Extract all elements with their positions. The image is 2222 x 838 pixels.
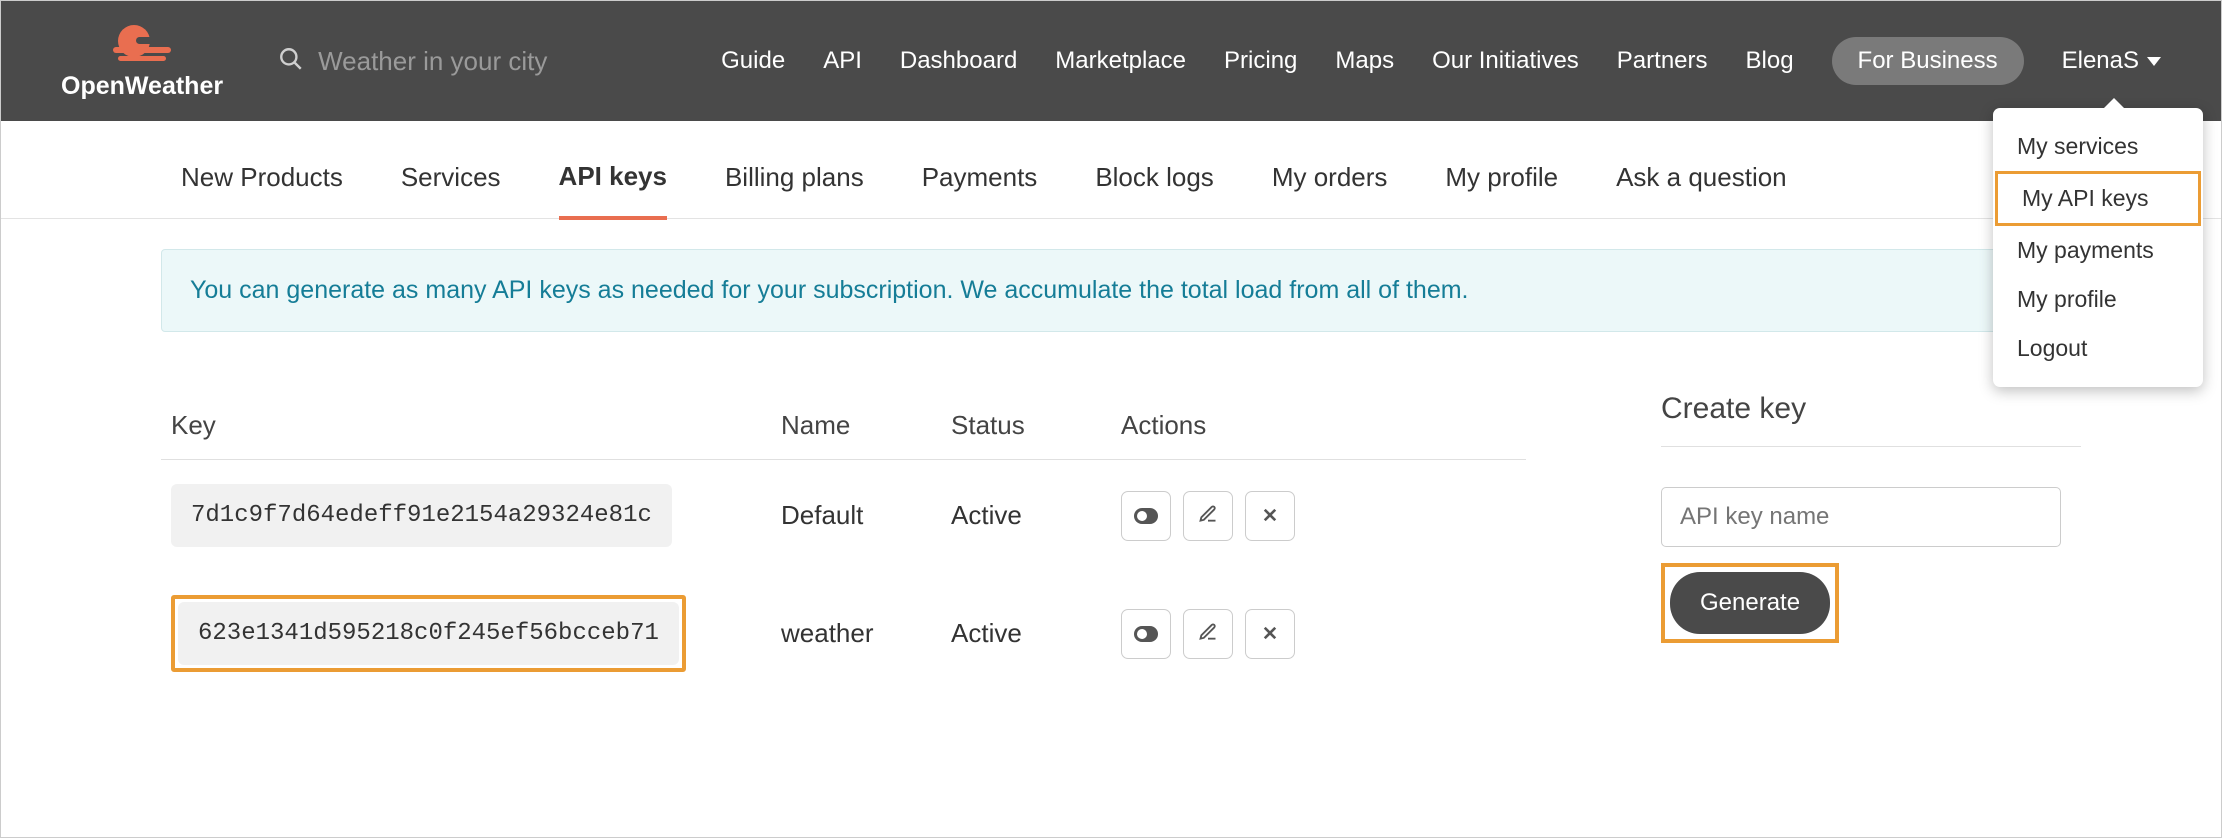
tab-new-products[interactable]: New Products (181, 162, 343, 217)
nav-dashboard[interactable]: Dashboard (900, 47, 1017, 75)
api-key-status: Active (951, 618, 1121, 649)
nav-blog[interactable]: Blog (1746, 47, 1794, 75)
caret-down-icon (2147, 57, 2161, 66)
tab-block-logs[interactable]: Block logs (1095, 162, 1214, 217)
api-key-value: 7d1c9f7d64edeff91e2154a29324e81c (171, 484, 672, 547)
logo[interactable]: OpenWeather (61, 21, 223, 101)
tab-my-profile[interactable]: My profile (1445, 162, 1558, 217)
x-icon (1261, 618, 1279, 649)
dropdown-my-profile[interactable]: My profile (1993, 275, 2203, 324)
dropdown-my-payments[interactable]: My payments (1993, 226, 2203, 275)
highlighted-key-box: 623e1341d595218c0f245ef56bcceb71 (171, 595, 686, 672)
user-dropdown: My services My API keys My payments My p… (1993, 108, 2203, 387)
search-field[interactable]: Weather in your city (278, 46, 547, 77)
toggle-active-button[interactable] (1121, 491, 1171, 541)
nav-pricing[interactable]: Pricing (1224, 47, 1297, 75)
table-row: 7d1c9f7d64edeff91e2154a29324e81c Default… (161, 460, 1526, 571)
row-actions (1121, 491, 1341, 541)
header-key: Key (171, 410, 781, 441)
api-keys-table: Key Name Status Actions 7d1c9f7d64edeff9… (161, 392, 1526, 696)
nav-user-name: ElenaS (2062, 47, 2139, 75)
delete-key-button[interactable] (1245, 609, 1295, 659)
nav-initiatives[interactable]: Our Initiatives (1432, 47, 1579, 75)
primary-nav: Guide API Dashboard Marketplace Pricing … (721, 37, 2161, 85)
nav-partners[interactable]: Partners (1617, 47, 1708, 75)
edit-key-button[interactable] (1183, 491, 1233, 541)
search-placeholder: Weather in your city (318, 46, 547, 77)
toggle-icon (1134, 618, 1158, 649)
api-key-name: Default (781, 500, 951, 531)
nav-for-business[interactable]: For Business (1832, 37, 2024, 85)
generate-highlight-box: Generate (1661, 563, 1839, 643)
nav-marketplace[interactable]: Marketplace (1055, 47, 1186, 75)
api-key-value: 623e1341d595218c0f245ef56bcceb71 (178, 602, 679, 665)
header-actions: Actions (1121, 410, 1341, 441)
nav-user-menu-trigger[interactable]: ElenaS (2062, 47, 2161, 75)
tab-billing[interactable]: Billing plans (725, 162, 864, 217)
pencil-icon (1198, 618, 1218, 649)
dropdown-my-services[interactable]: My services (1993, 122, 2203, 171)
sun-cloud-icon (110, 21, 174, 68)
header-name: Name (781, 410, 951, 441)
account-tabs: New Products Services API keys Billing p… (1, 121, 2221, 219)
toggle-active-button[interactable] (1121, 609, 1171, 659)
pencil-icon (1198, 500, 1218, 531)
dropdown-my-api-keys[interactable]: My API keys (1995, 171, 2201, 226)
tab-api-keys[interactable]: API keys (559, 161, 667, 220)
x-icon (1261, 500, 1279, 531)
top-header: OpenWeather Weather in your city Guide A… (1, 1, 2221, 121)
nav-maps[interactable]: Maps (1335, 47, 1394, 75)
dropdown-logout[interactable]: Logout (1993, 324, 2203, 373)
api-key-name: weather (781, 618, 951, 649)
generate-button[interactable]: Generate (1670, 572, 1830, 634)
header-status: Status (951, 410, 1121, 441)
create-key-title: Create key (1661, 392, 2081, 447)
nav-api[interactable]: API (823, 47, 862, 75)
create-key-panel: Create key Generate (1661, 392, 2081, 696)
tab-my-orders[interactable]: My orders (1272, 162, 1388, 217)
content-area: Key Name Status Actions 7d1c9f7d64edeff9… (161, 392, 2081, 696)
table-row: 623e1341d595218c0f245ef56bcceb71 weather… (161, 571, 1526, 696)
search-icon (278, 46, 304, 77)
tab-ask-question[interactable]: Ask a question (1616, 162, 1787, 217)
tab-payments[interactable]: Payments (922, 162, 1038, 217)
delete-key-button[interactable] (1245, 491, 1295, 541)
brand-name: OpenWeather (61, 72, 223, 101)
api-key-name-input[interactable] (1661, 487, 2061, 547)
info-banner: You can generate as many API keys as nee… (161, 249, 2061, 332)
toggle-icon (1134, 500, 1158, 531)
tab-services[interactable]: Services (401, 162, 501, 217)
table-header-row: Key Name Status Actions (161, 392, 1526, 460)
row-actions (1121, 609, 1341, 659)
api-key-status: Active (951, 500, 1121, 531)
edit-key-button[interactable] (1183, 609, 1233, 659)
nav-guide[interactable]: Guide (721, 47, 785, 75)
